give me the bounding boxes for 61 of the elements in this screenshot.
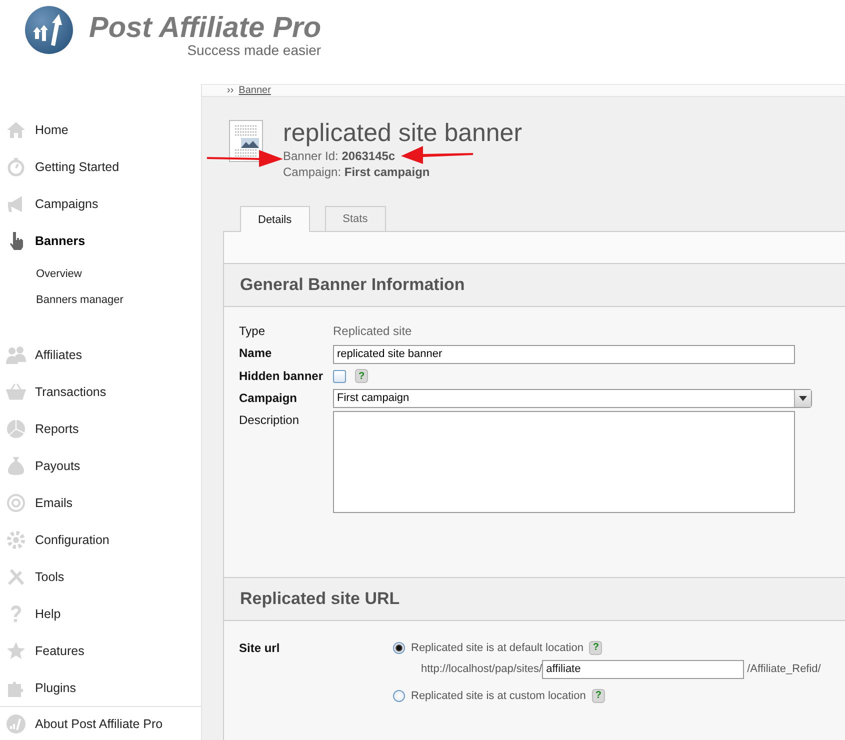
campaign-dropdown[interactable]: First campaign [333,388,812,408]
star-icon [6,640,26,660]
stopwatch-icon [6,156,26,176]
sidebar-item[interactable]: Features [0,632,201,669]
radio-label: Replicated site is at custom location [411,690,586,702]
checkbox[interactable] [333,370,346,382]
sidebar-subitem[interactable]: Banners manager [0,287,124,313]
logo-title: Post Affiliate Pro [89,11,322,44]
tab[interactable]: Stats [324,206,386,231]
sidebar-item[interactable]: Tools [0,558,201,595]
radio-button[interactable] [393,642,405,654]
banner-title: replicated site banner [283,118,522,148]
radio-label: Replicated site is at default location [411,642,584,654]
banner-id-value: 2063145c [342,149,396,163]
sidebar-item[interactable]: Payouts [0,447,201,484]
banner-id-label: Banner Id: [283,149,338,163]
logo-icon [24,5,74,55]
field-label: Hidden banner [239,368,324,384]
sidebar-item[interactable]: Help [0,595,201,632]
pie-chart-icon [6,418,26,438]
url-suffix: /Affiliate_Refid/ [747,663,821,675]
campaign-label: Campaign: [283,165,342,179]
url-prefix: http://localhost/pap/sites/ [421,663,542,675]
gear-icon [6,530,26,550]
about-item[interactable]: About Post Affiliate Pro [0,706,201,740]
description-field[interactable] [333,410,795,512]
field-label: Description [239,412,300,428]
sidebar-item[interactable]: Emails [0,484,201,521]
home-icon [6,120,26,140]
people-icon [6,344,26,364]
sidebar-item[interactable]: Getting Started [0,148,201,185]
sidebar-item[interactable]: Transactions [0,373,201,410]
field-label: Site url [239,640,281,656]
breadcrumb-separator: ›› [227,85,234,96]
sidebar-item[interactable]: Campaigns [0,185,201,222]
radio-button[interactable] [393,690,405,702]
banner-thumbnail-icon [229,120,263,162]
sidebar-item[interactable]: Banners [0,222,201,259]
tab[interactable]: Details [240,206,310,232]
caret-icon [799,396,807,400]
section-title: General Banner Information [240,275,465,295]
field-label: Campaign [239,390,298,406]
logo-icon [6,714,26,734]
sidebar-item[interactable]: Affiliates [0,336,201,373]
field-label: Type [239,323,266,340]
field-value: Replicated site [333,324,412,338]
site-name-field[interactable]: affiliate [542,660,744,678]
sidebar-item[interactable]: Reports [0,410,201,447]
money-bag-icon [6,456,26,476]
field-label: Name [239,345,273,362]
sidebar-item[interactable]: Configuration [0,521,201,558]
section-title: Replicated site URL [240,588,400,608]
basket-icon [6,382,26,402]
campaign-value: First campaign [344,165,430,179]
name-field[interactable]: replicated site banner [333,344,795,364]
logo-tagline: Success made easier [187,43,322,57]
breadcrumb-link[interactable]: Banner [238,85,271,96]
sidebar-item[interactable]: Plugins [0,669,201,706]
sidebar-subitem[interactable]: Overview [0,261,82,287]
annotation-arrow [401,146,473,164]
sidebar-item[interactable]: Home [0,111,201,148]
